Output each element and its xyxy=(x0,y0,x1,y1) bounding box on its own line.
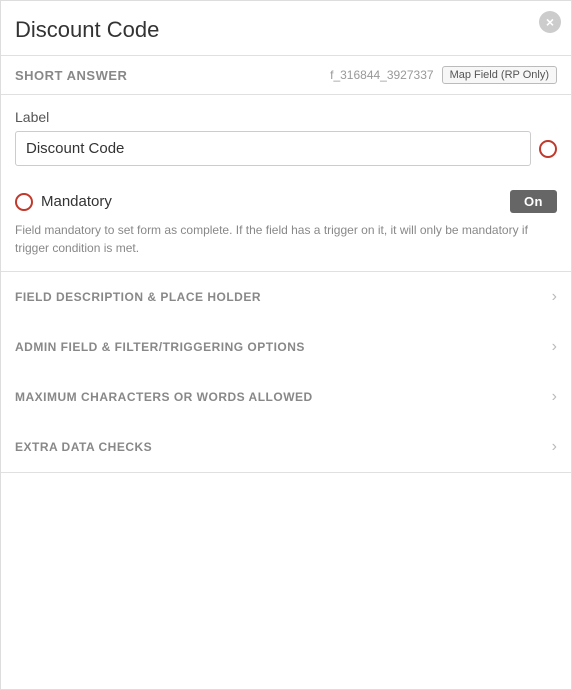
accordion-label-admin-field: ADMIN FIELD & FILTER/TRIGGERING OPTIONS xyxy=(15,340,305,354)
accordion-item-field-description[interactable]: FIELD DESCRIPTION & PLACE HOLDER › xyxy=(1,272,571,322)
label-field-label: Label xyxy=(15,109,557,125)
chevron-right-icon: › xyxy=(552,388,557,406)
accordion-label-max-characters: MAXIMUM CHARACTERS OR WORDS ALLOWED xyxy=(15,390,313,404)
mandatory-left: Mandatory xyxy=(15,193,112,211)
panel-header: Discount Code xyxy=(1,1,571,56)
panel-title: Discount Code xyxy=(15,17,531,43)
map-field-button[interactable]: Map Field (RP Only) xyxy=(442,66,557,84)
label-section: Label xyxy=(15,109,557,166)
field-id-map-row: f_316844_3927337 Map Field (RP Only) xyxy=(330,66,557,84)
label-input[interactable] xyxy=(15,131,531,166)
accordion-label-field-description: FIELD DESCRIPTION & PLACE HOLDER xyxy=(15,290,261,304)
accordion-label-extra-data-checks: EXTRA DATA CHECKS xyxy=(15,440,152,454)
settings-panel: × Discount Code SHORT ANSWER f_316844_39… xyxy=(0,0,572,690)
close-button[interactable]: × xyxy=(539,11,561,33)
chevron-right-icon: › xyxy=(552,338,557,356)
mandatory-description: Field mandatory to set form as complete.… xyxy=(15,221,557,257)
accordion-section: FIELD DESCRIPTION & PLACE HOLDER › ADMIN… xyxy=(1,272,571,473)
label-input-row xyxy=(15,131,557,166)
panel-subheader: SHORT ANSWER f_316844_3927337 Map Field … xyxy=(1,56,571,95)
chevron-right-icon: › xyxy=(552,288,557,306)
mandatory-indicator-icon xyxy=(15,193,33,211)
required-indicator-icon xyxy=(539,140,557,158)
chevron-right-icon: › xyxy=(552,438,557,456)
field-id: f_316844_3927337 xyxy=(330,68,433,82)
accordion-item-admin-field[interactable]: ADMIN FIELD & FILTER/TRIGGERING OPTIONS … xyxy=(1,322,571,372)
accordion-item-extra-data-checks[interactable]: EXTRA DATA CHECKS › xyxy=(1,422,571,472)
field-type-label: SHORT ANSWER xyxy=(15,68,127,83)
mandatory-label: Mandatory xyxy=(41,193,112,210)
accordion-item-max-characters[interactable]: MAXIMUM CHARACTERS OR WORDS ALLOWED › xyxy=(1,372,571,422)
panel-body: Label xyxy=(1,95,571,166)
mandatory-toggle[interactable]: On xyxy=(510,190,557,213)
mandatory-row: Mandatory On xyxy=(15,190,557,213)
mandatory-section: Mandatory On Field mandatory to set form… xyxy=(1,178,571,272)
